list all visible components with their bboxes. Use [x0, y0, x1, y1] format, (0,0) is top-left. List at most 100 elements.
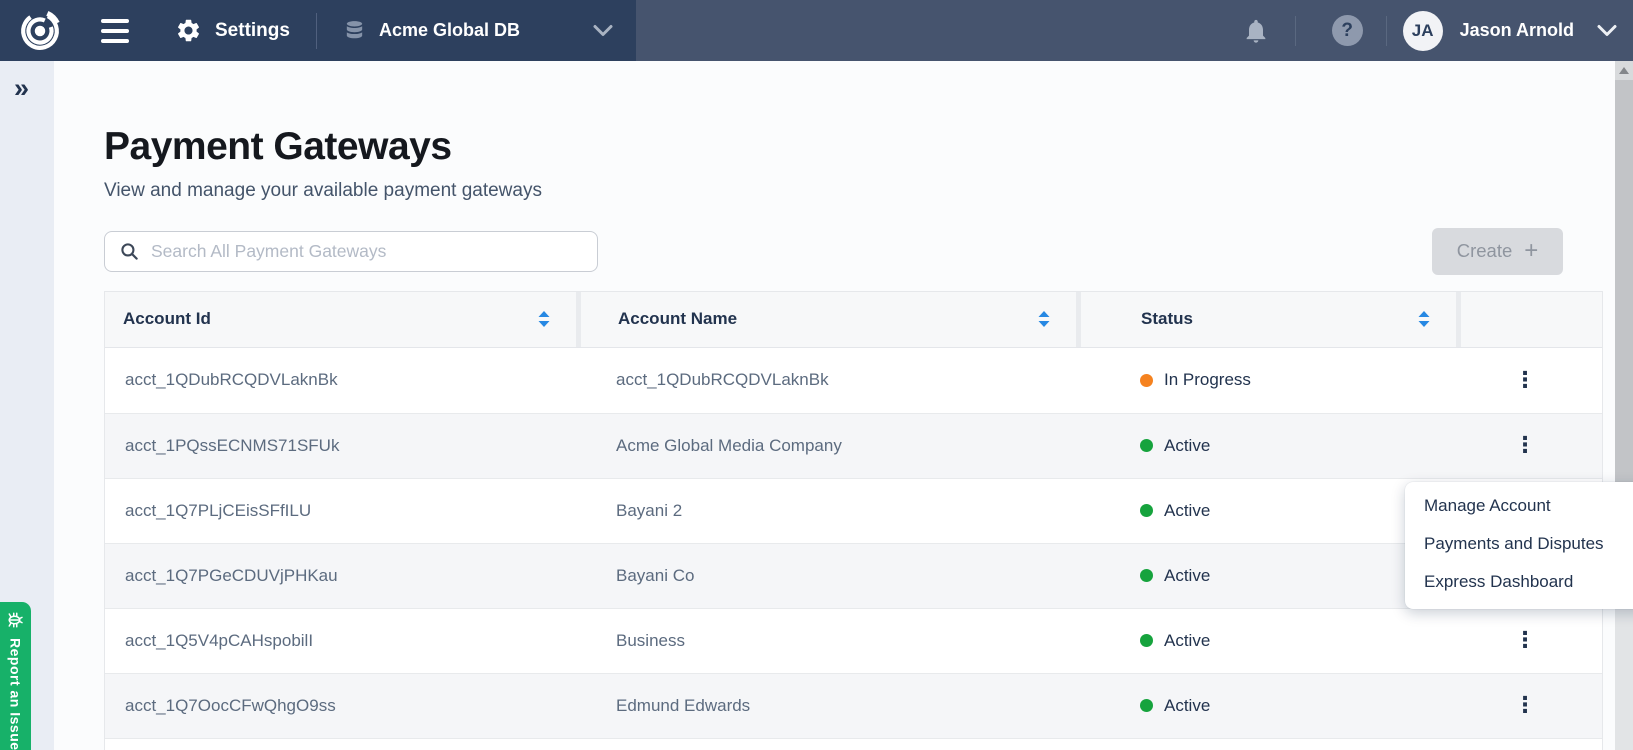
notifications-bell-icon[interactable]	[1242, 17, 1270, 45]
top-navbar: Settings Acme Global DB ? JA Jason Arnol…	[0, 0, 1633, 61]
account-name-cell: Bayani 2	[576, 501, 1076, 521]
row-context-menu: Manage AccountPayments and DisputesExpre…	[1405, 482, 1633, 609]
table-row: acct_1Q7OocCFwQhgO9ss Edmund Edwards Act…	[105, 673, 1602, 738]
navbar-left-section: Settings Acme Global DB	[0, 0, 636, 61]
search-icon	[120, 242, 139, 261]
actions-cell: ⋮	[1456, 693, 1604, 719]
status-label: Active	[1164, 501, 1210, 521]
user-menu[interactable]: JA Jason Arnold	[1403, 11, 1633, 51]
status-label: Active	[1164, 566, 1210, 586]
database-icon	[343, 19, 366, 42]
sort-icon[interactable]	[1417, 311, 1431, 327]
table-row-partial	[105, 738, 1602, 750]
status-cell: In Progress	[1076, 370, 1456, 390]
main-content: Payment Gateways View and manage your av…	[54, 61, 1633, 750]
context-menu-item[interactable]: Manage Account	[1405, 487, 1633, 525]
gear-icon	[175, 17, 202, 44]
account-id-cell: acct_1PQssECNMS71SFUk	[105, 436, 576, 456]
account-id-cell: acct_1Q7PLjCEisSFfILU	[105, 501, 576, 521]
context-menu-item[interactable]: Express Dashboard	[1405, 563, 1633, 601]
hamburger-menu-icon[interactable]	[101, 19, 129, 43]
payment-gateways-table: Account Id Account Name Status acct_1Q	[104, 291, 1603, 750]
status-cell: Active	[1076, 566, 1456, 586]
settings-label: Settings	[215, 20, 290, 42]
status-dot-icon	[1140, 374, 1153, 387]
table-body: acct_1QDubRCQDVLaknBk acct_1QDubRCQDVLak…	[105, 348, 1602, 750]
column-header-account-name[interactable]: Account Name	[576, 292, 1076, 347]
sort-icon[interactable]	[1037, 311, 1051, 327]
chevron-down-icon	[1596, 24, 1618, 37]
status-label: Active	[1164, 436, 1210, 456]
user-name-label: Jason Arnold	[1460, 20, 1574, 41]
status-cell: Active	[1076, 436, 1456, 456]
context-menu-item[interactable]: Payments and Disputes	[1405, 525, 1633, 563]
account-id-cell: acct_1QDubRCQDVLaknBk	[105, 370, 576, 390]
search-input[interactable]	[151, 241, 585, 262]
account-id-cell: acct_1Q7PGeCDUVjPHKau	[105, 566, 576, 586]
status-dot-icon	[1140, 439, 1153, 452]
table-row: acct_1Q7PLjCEisSFfILU Bayani 2 Active ⋮	[105, 478, 1602, 543]
page-title: Payment Gateways	[104, 125, 1633, 170]
status-dot-icon	[1140, 504, 1153, 517]
app-logo-icon[interactable]	[19, 10, 61, 52]
create-button-label: Create	[1457, 240, 1513, 262]
status-dot-icon	[1140, 569, 1153, 582]
account-name-cell: Edmund Edwards	[576, 696, 1076, 716]
navbar-divider	[1386, 16, 1387, 46]
create-button[interactable]: Create +	[1432, 228, 1563, 275]
table-row: acct_1Q5V4pCAHspobilI Business Active ⋮	[105, 608, 1602, 673]
status-label: Active	[1164, 631, 1210, 651]
report-issue-label: Report an Issue	[8, 638, 24, 750]
account-name-cell: acct_1QDubRCQDVLaknBk	[576, 370, 1076, 390]
column-header-actions	[1456, 292, 1604, 347]
account-id-cell: acct_1Q7OocCFwQhgO9ss	[105, 696, 576, 716]
chevron-down-icon	[592, 24, 614, 37]
page-subtitle: View and manage your available payment g…	[104, 180, 1633, 202]
arrow-up-icon	[1619, 67, 1629, 74]
actions-cell: ⋮	[1456, 628, 1604, 654]
status-label: In Progress	[1164, 370, 1251, 390]
actions-cell: ⋮	[1456, 368, 1604, 394]
column-header-account-id[interactable]: Account Id	[105, 292, 576, 347]
navbar-divider	[1295, 16, 1296, 46]
column-header-label: Status	[1141, 309, 1193, 329]
kebab-menu-icon[interactable]: ⋮	[1506, 628, 1544, 654]
database-selector[interactable]: Acme Global DB	[343, 19, 636, 42]
kebab-menu-icon[interactable]: ⋮	[1506, 693, 1544, 719]
settings-nav-item[interactable]: Settings	[175, 17, 290, 44]
bug-icon	[7, 611, 25, 629]
kebab-menu-icon[interactable]: ⋮	[1506, 433, 1544, 459]
column-header-label: Account Id	[123, 309, 211, 329]
table-row: acct_1QDubRCQDVLaknBk acct_1QDubRCQDVLak…	[105, 348, 1602, 413]
avatar: JA	[1403, 11, 1443, 51]
help-icon[interactable]: ?	[1332, 15, 1363, 46]
actions-cell: ⋮	[1456, 433, 1604, 459]
status-label: Active	[1164, 696, 1210, 716]
account-id-cell: acct_1Q5V4pCAHspobilI	[105, 631, 576, 651]
database-selector-label: Acme Global DB	[379, 20, 520, 41]
status-cell: Active	[1076, 501, 1456, 521]
sort-icon[interactable]	[537, 311, 551, 327]
navbar-right-section: ? JA Jason Arnold	[636, 0, 1633, 61]
scrollbar-up-button[interactable]	[1615, 61, 1633, 80]
navbar-divider	[316, 13, 317, 49]
status-cell: Active	[1076, 631, 1456, 651]
kebab-menu-icon[interactable]: ⋮	[1506, 368, 1544, 394]
table-row: acct_1PQssECNMS71SFUk Acme Global Media …	[105, 413, 1602, 478]
report-issue-ribbon[interactable]: Report an Issue	[0, 602, 31, 750]
table-row: acct_1Q7PGeCDUVjPHKau Bayani Co Active ⋮	[105, 543, 1602, 608]
table-header-row: Account Id Account Name Status	[105, 292, 1602, 348]
status-cell: Active	[1076, 696, 1456, 716]
column-header-label: Account Name	[618, 309, 737, 329]
account-name-cell: Business	[576, 631, 1076, 651]
status-dot-icon	[1140, 699, 1153, 712]
sidebar-expand-button[interactable]: »	[14, 75, 54, 102]
account-name-cell: Bayani Co	[576, 566, 1076, 586]
account-name-cell: Acme Global Media Company	[576, 436, 1076, 456]
column-header-status[interactable]: Status	[1076, 292, 1456, 347]
vertical-scrollbar[interactable]	[1615, 61, 1633, 750]
toolbar: Create +	[104, 228, 1563, 275]
plus-icon: +	[1524, 239, 1538, 263]
status-dot-icon	[1140, 634, 1153, 647]
search-box	[104, 231, 598, 272]
